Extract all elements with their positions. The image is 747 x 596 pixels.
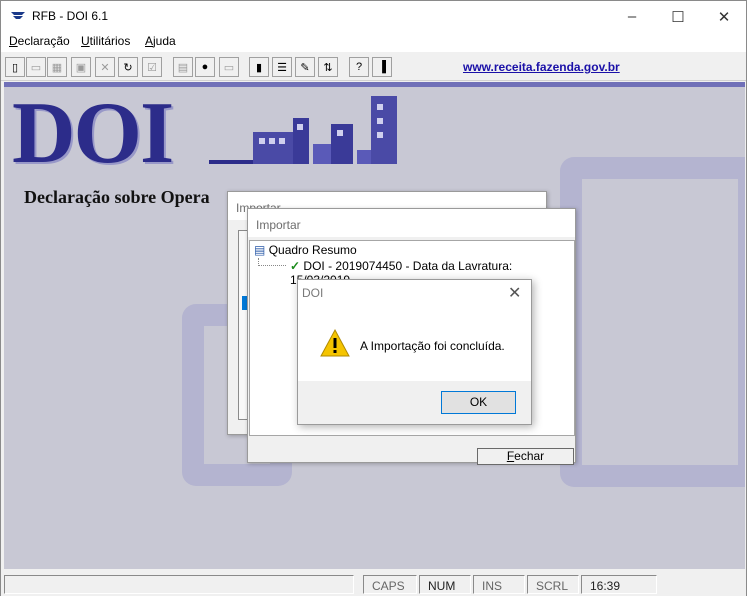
- maximize-button[interactable]: ☐: [655, 1, 701, 32]
- fechar-button[interactable]: Fechar: [477, 448, 574, 465]
- menu-utilitarios-label: tilitários: [89, 34, 131, 48]
- close-button[interactable]: ✕: [701, 1, 747, 32]
- title-bar: RFB - DOI 6.1 – ☐ ✕: [1, 1, 746, 32]
- ok-button[interactable]: OK: [441, 391, 516, 414]
- menu-ajuda-label: juda: [153, 34, 176, 48]
- menu-ajuda-hotkey: A: [145, 34, 154, 48]
- menu-declaracao-label: eclaração: [17, 34, 70, 48]
- table-icon[interactable]: ☰: [272, 57, 292, 77]
- menu-declaracao[interactable]: Declaração: [9, 34, 70, 48]
- menu-declaracao-hotkey: D: [9, 34, 18, 48]
- menu-ajuda[interactable]: Ajuda: [145, 34, 176, 48]
- status-num: NUM: [419, 575, 471, 594]
- import-dialog-front-title: Importar: [248, 209, 575, 237]
- fechar-button-label: echar: [514, 449, 545, 463]
- check-icon: ✓: [290, 259, 301, 273]
- exit-door-icon[interactable]: ▐: [372, 57, 392, 77]
- warning-icon: [320, 328, 350, 357]
- status-bar: CAPS NUM INS SCRL 16:39: [1, 572, 746, 596]
- window-title: RFB - DOI 6.1: [32, 9, 109, 23]
- new-file-icon[interactable]: ▯: [5, 57, 25, 77]
- globe-icon[interactable]: ●: [195, 57, 215, 77]
- disk-icon[interactable]: ▤: [173, 57, 193, 77]
- message-footer: OK: [298, 381, 531, 424]
- message-box: DOI ✕ A Importação foi concluída. OK: [297, 279, 532, 425]
- message-close-icon[interactable]: ✕: [508, 283, 521, 303]
- menu-bar: Declaração Utilitários Ajuda: [1, 32, 746, 52]
- message-title: DOI: [302, 286, 324, 300]
- document-edit-icon[interactable]: ✎: [295, 57, 315, 77]
- status-time: 16:39: [581, 575, 657, 594]
- app-logo-icon: [11, 12, 25, 19]
- refresh-icon[interactable]: ↻: [118, 57, 138, 77]
- receita-link[interactable]: www.receita.fazenda.gov.br: [463, 60, 620, 74]
- menu-utilitarios[interactable]: Utilitários: [81, 34, 130, 48]
- menu-utilitarios-hotkey: U: [81, 34, 90, 48]
- open-folder-icon[interactable]: ▭: [26, 57, 46, 77]
- tree-connector: [258, 258, 286, 266]
- document-icon: ▤: [254, 243, 266, 257]
- print-icon[interactable]: ▭: [219, 57, 239, 77]
- save-icon[interactable]: ▣: [71, 57, 91, 77]
- grid-icon[interactable]: ▦: [47, 57, 67, 77]
- status-message: [4, 575, 354, 594]
- tree-root-label: Quadro Resumo: [268, 243, 357, 257]
- status-caps: CAPS: [363, 575, 417, 594]
- status-ins: INS: [473, 575, 525, 594]
- check-icon[interactable]: ☑: [142, 57, 162, 77]
- doi-logo: DOI: [12, 85, 174, 182]
- transfer-icon[interactable]: ⇅: [318, 57, 338, 77]
- city-skyline-logo: [209, 96, 397, 164]
- delete-icon[interactable]: ✕: [95, 57, 115, 77]
- message-text: A Importação foi concluída.: [360, 339, 505, 353]
- minimize-button[interactable]: –: [609, 1, 655, 32]
- desktop-subtitle: Declaração sobre Opera: [24, 187, 210, 207]
- tree-root[interactable]: ▤ Quadro Resumo: [254, 243, 357, 257]
- calculator-icon[interactable]: ▮: [249, 57, 269, 77]
- toolbar: ▯ ▭ ▦ ▣ ✕ ↻ ☑ ▤ ● ▭ ▮ ☰ ✎ ⇅ ? ▐ www.rece…: [1, 53, 746, 81]
- main-window: RFB - DOI 6.1 – ☐ ✕ Declaração Utilitári…: [0, 0, 747, 596]
- help-icon[interactable]: ?: [349, 57, 369, 77]
- background-frame-right: [560, 157, 745, 487]
- status-scrl: SCRL: [527, 575, 579, 594]
